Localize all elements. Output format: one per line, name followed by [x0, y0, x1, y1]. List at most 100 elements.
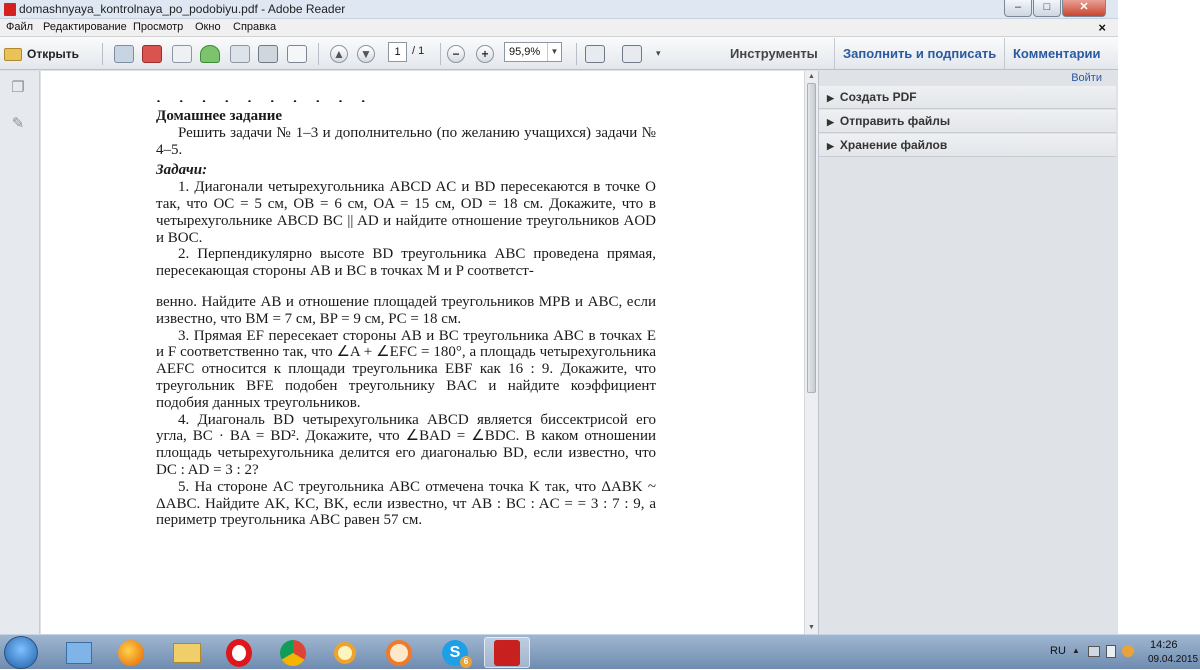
mail-icon: [386, 639, 412, 666]
menu-edit[interactable]: Редактирование: [43, 21, 127, 33]
start-button[interactable]: [4, 636, 38, 669]
create-pdf-label: Создать PDF: [839, 90, 917, 104]
system-tray: RU ▲ 14:26 09.04.2015: [910, 635, 1200, 670]
pdf-settings-icon[interactable]: [142, 45, 162, 63]
maximize-button[interactable]: □: [1033, 0, 1061, 17]
toolbar-divider: [576, 43, 577, 65]
previous-page-button[interactable]: ▲: [330, 45, 348, 63]
save-icon[interactable]: [230, 45, 250, 63]
open-button[interactable]: Открыть: [4, 43, 79, 65]
firefox-icon: [118, 639, 144, 666]
search-icon: [334, 641, 356, 664]
title-bar: domashnyaya_kontrolnaya_po_podobiyu.pdf …: [0, 0, 1118, 19]
send-files-label: Отправить файлы: [839, 114, 951, 128]
page-thumbnails-icon[interactable]: ❐: [9, 79, 27, 97]
expand-triangle-icon: ▶: [827, 141, 834, 151]
email-icon[interactable]: [287, 45, 307, 63]
cut-off-line: · · · · · · · · · ·: [156, 94, 373, 102]
create-pdf-icon[interactable]: [114, 45, 134, 63]
zoom-select[interactable]: 95,9% ▼: [504, 42, 562, 62]
expand-triangle-icon: ▶: [827, 117, 834, 127]
toolbar-divider: [102, 43, 103, 65]
files-app[interactable]: [164, 637, 210, 668]
next-page-button[interactable]: ▼: [357, 45, 375, 63]
homework-title: Домашнее задание: [156, 108, 283, 124]
homework-intro: Решить задачи № 1–3 и дополнительно (по …: [156, 124, 656, 158]
create-pdf-panel[interactable]: ▶ Создать PDF: [819, 86, 1116, 109]
language-indicator[interactable]: RU: [1050, 645, 1066, 657]
fit-page-icon[interactable]: [585, 45, 605, 63]
task-2-part-1: 2. Перпендикулярно высоте BD треугольник…: [156, 246, 656, 280]
adobe-reader-window: domashnyaya_kontrolnaya_po_podobiyu.pdf …: [0, 0, 1118, 669]
toolbar-more-icon[interactable]: ▾: [656, 48, 661, 59]
zoom-value: 95,9%: [509, 46, 541, 58]
close-button[interactable]: ✕: [1062, 0, 1106, 17]
opera-icon: [226, 638, 252, 667]
upload-cloud-icon[interactable]: [200, 45, 220, 63]
zoom-out-button[interactable]: −: [447, 45, 465, 63]
network-icon[interactable]: [1088, 646, 1100, 657]
mail-app[interactable]: [376, 637, 422, 668]
print-icon[interactable]: [258, 45, 278, 63]
page-total: / 1: [412, 45, 425, 57]
adobe-pdf-icon: [4, 3, 16, 16]
tasks-heading: Задачи:: [156, 162, 208, 179]
task-3: 3. Прямая EF пересекает стороны AB и BC …: [156, 327, 656, 411]
file-storage-panel[interactable]: ▶ Хранение файлов: [819, 134, 1116, 157]
send-files-panel[interactable]: ▶ Отправить файлы: [819, 110, 1116, 133]
opera-app[interactable]: [216, 637, 262, 668]
folder-icon: [173, 642, 201, 663]
expand-triangle-icon: ▶: [827, 93, 834, 103]
volume-icon[interactable]: [1122, 645, 1134, 657]
attachments-paperclip-icon[interactable]: ✎: [9, 115, 27, 133]
tab-comments[interactable]: Комментарии: [1004, 38, 1109, 69]
adobe-reader-icon: [494, 639, 520, 666]
scroll-down-icon[interactable]: ▼: [805, 622, 818, 634]
open-label: Открыть: [27, 47, 80, 61]
task-5: 5. На стороне AC треугольника ABC отмече…: [156, 478, 656, 529]
scrollbar-thumb[interactable]: [807, 83, 816, 393]
adobe-reader-app[interactable]: [484, 637, 530, 668]
task-4: 4. Диагональ BD четырехугольника ABCD яв…: [156, 411, 656, 478]
action-center-icon[interactable]: [1106, 645, 1116, 658]
scroll-up-icon[interactable]: ▲: [805, 71, 818, 83]
skype-app[interactable]: S6: [432, 637, 478, 668]
firefox-app[interactable]: [108, 637, 154, 668]
explorer-icon: [66, 641, 92, 664]
tab-tools[interactable]: Инструменты: [722, 38, 826, 69]
task-2-part-2: венно. Найдите AB и отношение площадей т…: [156, 293, 656, 327]
search-app[interactable]: [322, 637, 368, 668]
clock-time[interactable]: 14:26: [1150, 639, 1178, 651]
explorer-app[interactable]: [56, 637, 102, 668]
toolbar-divider: [440, 43, 441, 65]
skype-icon: S6: [442, 639, 472, 668]
page-number-input[interactable]: 1: [388, 42, 407, 62]
vertical-scrollbar[interactable]: ▲ ▼: [804, 71, 818, 634]
sign-in-link[interactable]: Войти: [1071, 72, 1102, 84]
menu-window[interactable]: Окно: [195, 21, 221, 33]
file-storage-label: Хранение файлов: [839, 138, 948, 152]
taskbar: S6 RU ▲ 14:26 09.04.2015: [0, 634, 1200, 669]
pdf-page: · · · · · · · · · · Домашнее задание Реш…: [156, 94, 656, 529]
page-gap: [156, 280, 656, 294]
chevron-down-icon[interactable]: ▼: [547, 43, 561, 61]
clock-date[interactable]: 09.04.2015: [1148, 654, 1198, 665]
menu-view[interactable]: Просмотр: [133, 21, 183, 33]
edit-sign-icon[interactable]: [172, 45, 192, 63]
menu-help[interactable]: Справка: [233, 21, 276, 33]
chrome-app[interactable]: [270, 637, 316, 668]
menu-bar: Файл Редактирование Просмотр Окно Справк…: [0, 19, 1118, 37]
toolbar-divider: [318, 43, 319, 65]
minimize-button[interactable]: –: [1004, 0, 1032, 17]
document-view[interactable]: · · · · · · · · · · Домашнее задание Реш…: [41, 71, 804, 634]
navigation-pane: ❐ ✎: [0, 71, 40, 634]
menu-file[interactable]: Файл: [6, 21, 33, 33]
task-1: 1. Диагонали четырехугольника ABCD AC и …: [156, 179, 656, 246]
zoom-in-button[interactable]: +: [476, 45, 494, 63]
full-screen-icon[interactable]: [622, 45, 642, 63]
tray-expand-icon[interactable]: ▲: [1072, 646, 1080, 655]
skype-badge: 6: [460, 655, 472, 668]
tab-fill-and-sign[interactable]: Заполнить и подписать: [834, 38, 1004, 69]
close-document-icon[interactable]: ×: [1098, 20, 1106, 35]
window-title: domashnyaya_kontrolnaya_po_podobiyu.pdf …: [19, 2, 346, 16]
